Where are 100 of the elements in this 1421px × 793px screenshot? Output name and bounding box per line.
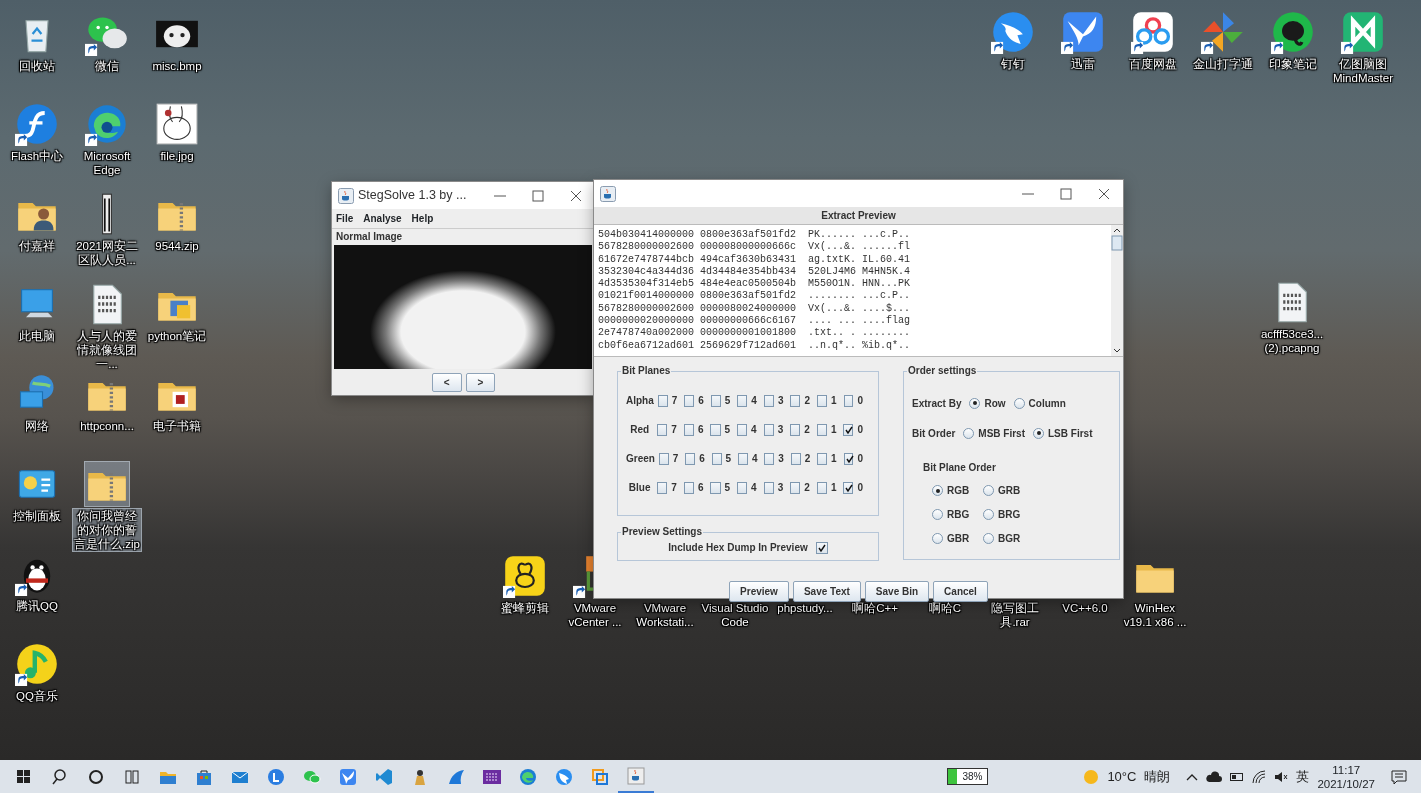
icon-label[interactable]: WinHex v19.1 x86 ...: [1121, 601, 1189, 629]
pinwheel-icon[interactable]: [1201, 10, 1245, 54]
weather-text[interactable]: 晴朗: [1144, 766, 1171, 787]
checkbox[interactable]: [683, 423, 694, 436]
checkbox[interactable]: [843, 481, 854, 494]
zip-folder-icon[interactable]: [85, 462, 129, 506]
windows-stack-icon[interactable]: [591, 767, 609, 786]
notification-icon[interactable]: [1391, 768, 1407, 785]
shopping-bag-icon[interactable]: [195, 767, 213, 786]
dialog-button[interactable]: Save Bin: [864, 581, 930, 602]
browser-icon[interactable]: [85, 102, 129, 146]
icon-label[interactable]: Visual Studio Code: [701, 601, 769, 629]
checkbox[interactable]: [843, 452, 854, 465]
radio-button[interactable]: [932, 485, 943, 496]
mindmap-app-icon[interactable]: [1341, 10, 1385, 54]
icon-label[interactable]: 此电脑: [3, 329, 71, 343]
icon-label[interactable]: VMware Workstati...: [631, 601, 699, 629]
radio-button[interactable]: [983, 509, 994, 520]
checkbox[interactable]: [817, 452, 828, 465]
icon-label[interactable]: phpstudy...: [771, 601, 839, 615]
checkbox[interactable]: [790, 423, 801, 436]
checkbox[interactable]: [737, 423, 748, 436]
icon-label[interactable]: 啊哈C++: [841, 601, 909, 615]
checkbox[interactable]: [790, 452, 801, 465]
checkbox[interactable]: [684, 394, 695, 407]
cup-icon[interactable]: [627, 766, 645, 785]
bee-app-icon[interactable]: [503, 554, 547, 598]
radio-button[interactable]: [969, 397, 981, 409]
menu-item[interactable]: Analyse: [363, 211, 402, 226]
checkbox[interactable]: [710, 423, 721, 436]
image-thumbnail[interactable]: [155, 102, 199, 146]
icon-label[interactable]: VMware vCenter ...: [561, 601, 629, 629]
icon-label[interactable]: 隐写图工具.rar: [981, 601, 1049, 629]
icon-label[interactable]: Flash中心: [3, 149, 71, 163]
task-view-icon[interactable]: [123, 767, 141, 786]
clock-time[interactable]: 11:17: [1332, 762, 1361, 777]
icon-label[interactable]: 2021网安二区队人员...: [73, 239, 141, 267]
icon-label[interactable]: acfff53ce3...(2).pcapng: [1258, 327, 1326, 355]
icon-label[interactable]: 回收站: [3, 59, 71, 73]
icon-label[interactable]: 亿图脑图MindMaster: [1329, 57, 1397, 85]
checkbox[interactable]: [815, 541, 828, 554]
icon-label[interactable]: 啊哈C: [911, 601, 979, 615]
checkbox[interactable]: [657, 394, 668, 407]
icon-label[interactable]: 9544.zip: [143, 239, 211, 253]
checkbox[interactable]: [790, 394, 801, 407]
checkbox[interactable]: [763, 394, 774, 407]
checkbox[interactable]: [790, 481, 801, 494]
radio-button[interactable]: [932, 533, 943, 544]
radio-button[interactable]: [1013, 397, 1025, 409]
input-method-indicator[interactable]: 英: [1296, 766, 1310, 787]
checkbox[interactable]: [763, 481, 774, 494]
scrollbar[interactable]: [1111, 225, 1123, 356]
checkbox[interactable]: [710, 394, 721, 407]
icon-label[interactable]: Microsoft Edge: [73, 149, 141, 177]
menu-item[interactable]: File: [336, 211, 354, 226]
icon-label[interactable]: 微信: [73, 59, 141, 73]
bird-app-icon[interactable]: [991, 10, 1035, 54]
checkbox[interactable]: [685, 452, 696, 465]
cloud-app-icon[interactable]: [1131, 10, 1175, 54]
icon-label[interactable]: 网络: [3, 419, 71, 433]
icon-label[interactable]: 电子书籍: [143, 419, 211, 433]
checkbox[interactable]: [816, 394, 827, 407]
code-editor-icon[interactable]: [375, 767, 393, 786]
icon-label[interactable]: httpconn...: [73, 419, 141, 433]
icon-label[interactable]: 付嘉祥: [3, 239, 71, 253]
nav-button[interactable]: >: [465, 373, 496, 392]
checkbox[interactable]: [816, 423, 827, 436]
music-note-icon[interactable]: [15, 642, 59, 686]
icon-label[interactable]: 金山打字通: [1189, 57, 1257, 71]
checkbox[interactable]: [738, 452, 748, 465]
elephant-app-icon[interactable]: [1271, 10, 1315, 54]
radio-button[interactable]: [963, 427, 975, 439]
checkbox[interactable]: [683, 481, 694, 494]
checkbox[interactable]: [711, 452, 722, 465]
checkbox[interactable]: [816, 481, 827, 494]
icon-label[interactable]: 人与人的爱情就像线团一...: [73, 329, 141, 371]
start-button[interactable]: [15, 767, 33, 786]
checkbox[interactable]: [657, 423, 668, 436]
icon-label[interactable]: file.jpg: [143, 149, 211, 163]
icon-label[interactable]: misc.bmp: [143, 59, 211, 73]
icon-label[interactable]: 你问我曾经的对你的誓言是什么.zip: [73, 509, 141, 551]
dialog-button[interactable]: Cancel: [933, 581, 988, 602]
checkbox[interactable]: [737, 394, 748, 407]
radio-button[interactable]: [1033, 427, 1044, 439]
icon-label[interactable]: QQ音乐: [3, 689, 71, 703]
icon-label[interactable]: 腾讯QQ: [3, 599, 71, 613]
bird-app-icon[interactable]: [555, 767, 573, 786]
circle-icon[interactable]: [87, 767, 105, 786]
checkbox[interactable]: [843, 423, 854, 436]
checkbox[interactable]: [737, 481, 748, 494]
checkbox[interactable]: [763, 423, 774, 436]
checkbox[interactable]: [658, 452, 669, 465]
nav-button[interactable]: <: [431, 373, 462, 392]
dialog-button[interactable]: Preview: [729, 581, 789, 602]
icon-label[interactable]: python笔记: [143, 329, 211, 343]
cloud-icon[interactable]: [1206, 770, 1223, 783]
battery-icon[interactable]: [1230, 771, 1245, 782]
icon-label[interactable]: 控制面板: [3, 509, 71, 523]
radio-button[interactable]: [932, 509, 943, 520]
fin-icon[interactable]: [447, 767, 465, 786]
